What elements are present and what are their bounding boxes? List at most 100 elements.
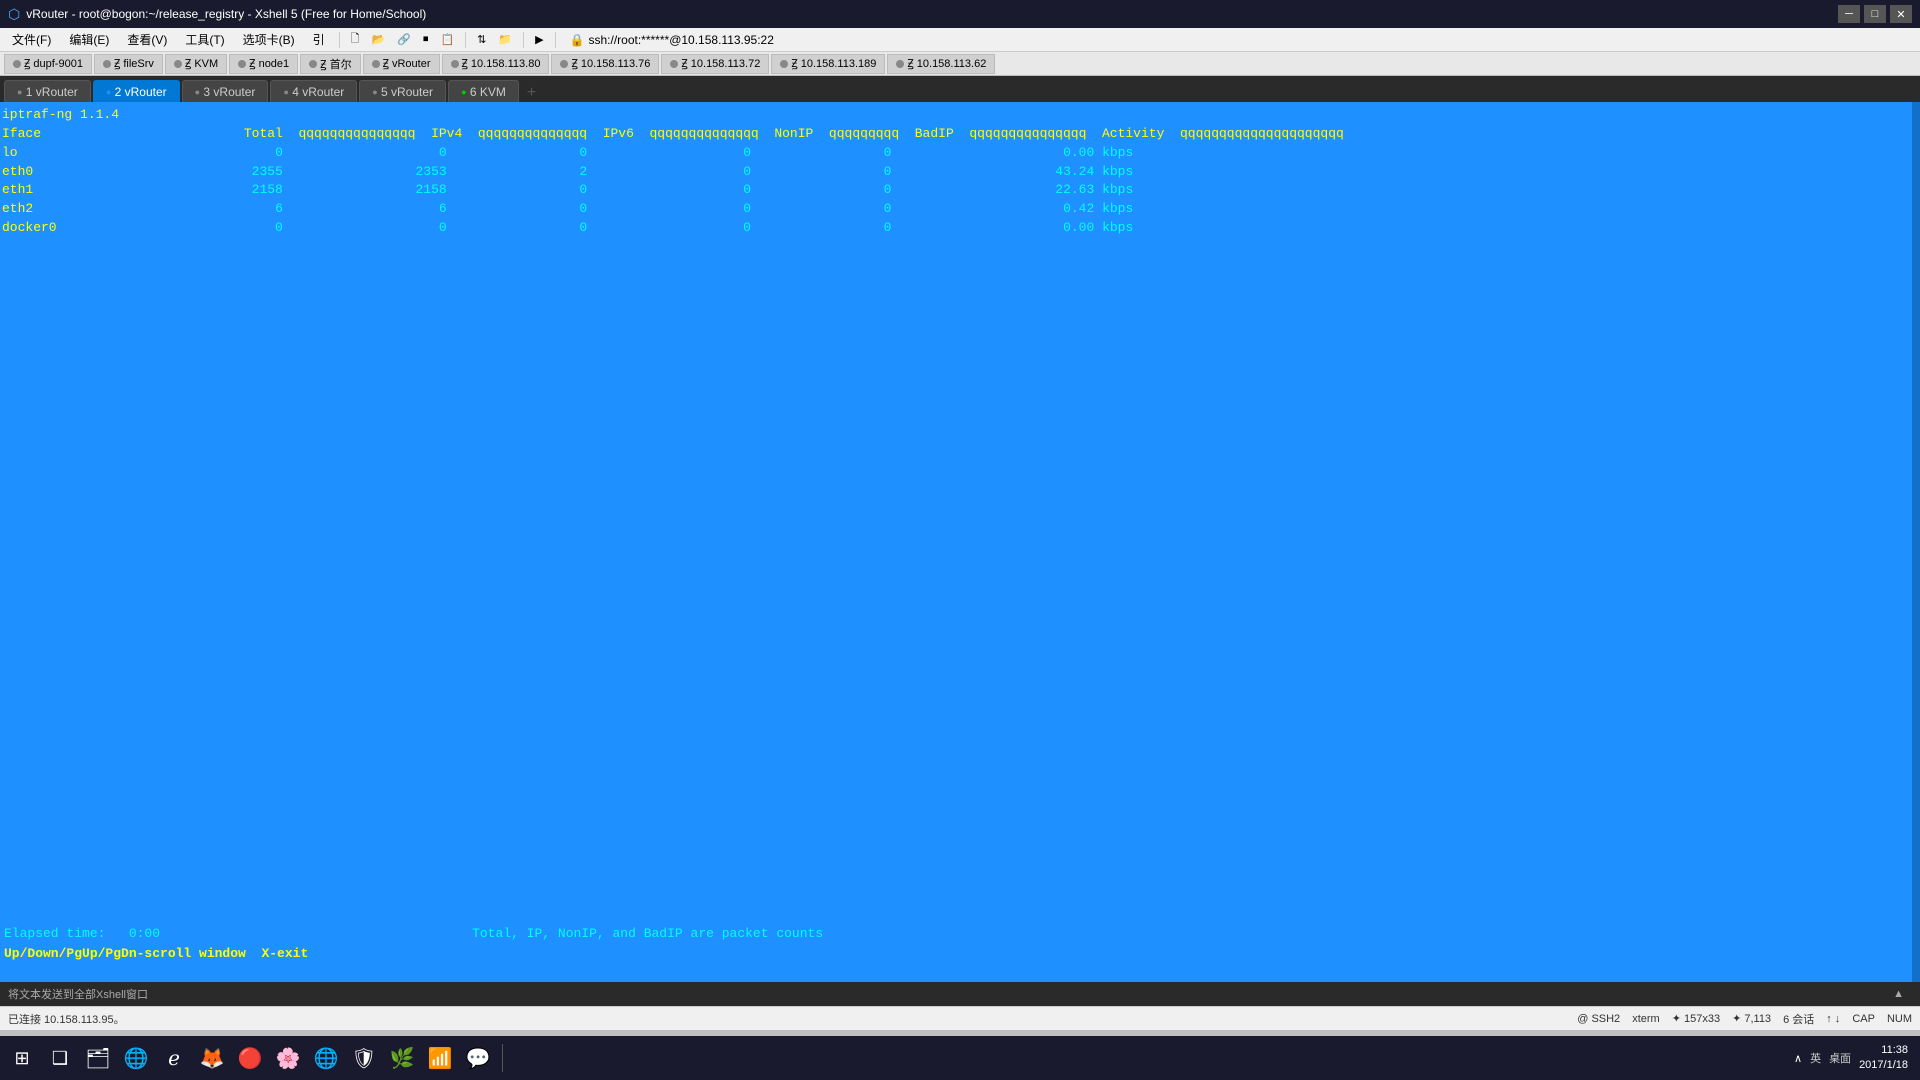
session-tab-node1[interactable]: Ꙃ node1: [229, 54, 298, 74]
wechat-button[interactable]: 💬: [460, 1040, 496, 1076]
minimize-button[interactable]: ─: [1838, 5, 1860, 23]
term-tab-2[interactable]: ● 2 vRouter: [93, 80, 180, 102]
elapsed-text: Elapsed time: 0:00 Total, IP, NonIP, and…: [4, 925, 1908, 944]
toolbar-paste[interactable]: 📋: [435, 29, 459, 51]
browser1-button[interactable]: 🌐: [118, 1040, 154, 1076]
menu-file[interactable]: 文件(F): [4, 29, 59, 50]
close-button[interactable]: ✕: [1890, 5, 1912, 23]
app3-button[interactable]: 🛡: [346, 1040, 382, 1076]
toolbar-open[interactable]: 📂: [367, 29, 391, 51]
menu-separator: [339, 32, 340, 48]
status-right: @ SSH2 xterm ✦ 157x33 ✦ 7,113 6 会话 ↑ ↓ C…: [1577, 1011, 1912, 1027]
title-bar: ⬡ vRouter - root@bogon:~/release_registr…: [0, 0, 1920, 28]
term-tab-6[interactable]: ● 6 KVM: [448, 80, 519, 102]
arrow-icons: ↑ ↓: [1826, 1013, 1840, 1025]
connection-status: 已连接 10.158.113.95。: [8, 1011, 125, 1027]
taskbar-desktop[interactable]: 桌面: [1829, 1050, 1851, 1066]
term-tab-5[interactable]: ● 5 vRouter: [359, 80, 446, 102]
session-tab-kvm[interactable]: Ꙃ KVM: [165, 54, 227, 74]
dot-filesrv: [103, 60, 111, 68]
session-tab-ip76[interactable]: Ꙃ 10.158.113.76: [551, 54, 659, 74]
expand-icon: ▲: [1893, 988, 1904, 1000]
term-tab-3[interactable]: ● 3 vRouter: [182, 80, 269, 102]
term-type: xterm: [1632, 1013, 1660, 1025]
toolbar-sftp[interactable]: 📁: [493, 29, 517, 51]
maximize-button[interactable]: □: [1864, 5, 1886, 23]
cursor-pos: ✦ 7,113: [1732, 1012, 1771, 1025]
ssh-indicator: 🔒 ssh://root:******@10.158.113.95:22: [570, 33, 774, 47]
terminal-scrollbar[interactable]: [1912, 102, 1920, 982]
ie-button[interactable]: ℯ: [156, 1040, 192, 1076]
ssh-host-label: ssh://root:******@10.158.113.95:22: [588, 33, 773, 47]
session-count: 6 会话: [1783, 1011, 1814, 1027]
nav-line: Up/Down/PgUp/PgDn-scroll window X-exit: [0, 945, 1912, 964]
ssh-status: @ SSH2: [1577, 1013, 1620, 1025]
session-tab-dupf[interactable]: Ꙃ dupf-9001: [4, 54, 92, 74]
toolbar-transfer[interactable]: ⇅: [472, 29, 491, 51]
add-tab-button[interactable]: +: [521, 84, 542, 102]
dot-node1: [238, 60, 246, 68]
row-eth2: eth2 6 6 0 0 0 0.42 kbps: [2, 201, 1133, 216]
row-eth1: eth1 2158 2158 0 0 0 22.63 kbps: [2, 182, 1133, 197]
term-tab-1[interactable]: ● 1 vRouter: [4, 80, 91, 102]
dot-kvm: [174, 60, 182, 68]
menu-tabs[interactable]: 选项卡(B): [235, 29, 303, 50]
start-button[interactable]: ⊞: [4, 1040, 40, 1076]
firefox-button[interactable]: 🦊: [194, 1040, 230, 1076]
window-title: vRouter - root@bogon:~/release_registry …: [26, 7, 426, 21]
term-tab-1-label: 1 vRouter: [26, 85, 78, 99]
term-tab-4[interactable]: ● 4 vRouter: [270, 80, 357, 102]
toolbar-script[interactable]: ▶: [530, 29, 548, 51]
toolbar-disconnect[interactable]: ⏹: [418, 29, 434, 51]
explorer-button[interactable]: 🗂: [80, 1040, 116, 1076]
session-tab-ip62[interactable]: Ꙃ 10.158.113.62: [887, 54, 995, 74]
num-status: NUM: [1887, 1013, 1912, 1025]
menu-tools[interactable]: 工具(T): [177, 29, 232, 50]
menu-view[interactable]: 查看(V): [119, 29, 175, 50]
elapsed-line: Elapsed time: 0:00 Total, IP, NonIP, and…: [0, 925, 1912, 944]
app2-button[interactable]: 🌸: [270, 1040, 306, 1076]
menu-extra[interactable]: 引: [305, 29, 333, 50]
session-label-filesrv: Ꙃ fileSrv: [114, 56, 154, 71]
session-tab-filesrv[interactable]: Ꙃ fileSrv: [94, 54, 163, 74]
row-docker0: docker0 0 0 0 0 0 0.00 kbps: [2, 220, 1133, 235]
session-label-ip189: Ꙃ 10.158.113.189: [791, 56, 876, 71]
term-tab-2-label: 2 vRouter: [115, 85, 167, 99]
session-tab-vrouter[interactable]: Ꙃ vRouter: [363, 54, 440, 74]
taskview-button[interactable]: ❑: [42, 1040, 78, 1076]
app4-button[interactable]: 🌿: [384, 1040, 420, 1076]
taskbar-sep: [502, 1044, 503, 1072]
taskbar-expand[interactable]: ∧: [1794, 1052, 1802, 1065]
menu-edit[interactable]: 编辑(E): [61, 29, 117, 50]
dot-ip76: [560, 60, 568, 68]
dot-dupf: [13, 60, 21, 68]
session-tab-ip80[interactable]: Ꙃ 10.158.113.80: [442, 54, 550, 74]
toolbar-sep4: [555, 32, 556, 48]
dot-ip80: [451, 60, 459, 68]
title-bar-controls: ─ □ ✕: [1838, 5, 1912, 23]
term-tab-3-label: 3 vRouter: [203, 85, 255, 99]
session-tab-ip189[interactable]: Ꙃ 10.158.113.189: [771, 54, 885, 74]
chrome-button[interactable]: 🌐: [308, 1040, 344, 1076]
terminal-area[interactable]: iptraf-ng 1.1.4 Iface Total qqqqqqqqqqqq…: [0, 102, 1920, 982]
app5-button[interactable]: 📶: [422, 1040, 458, 1076]
session-label-ip72: Ꙃ 10.158.113.72: [681, 56, 760, 71]
session-label-vrouter: Ꙃ vRouter: [383, 56, 431, 71]
term-size: ✦ 157x33: [1672, 1012, 1720, 1025]
lock-icon: 🔒: [570, 33, 585, 47]
session-label-node1: Ꙃ node1: [249, 56, 289, 71]
row-lo: lo 0 0 0 0 0 0.00 kbps: [2, 145, 1133, 160]
session-label-seoul: Ꙃ 首尔: [320, 56, 351, 72]
app1-button[interactable]: 🔴: [232, 1040, 268, 1076]
status-bar: 已连接 10.158.113.95。 @ SSH2 xterm ✦ 157x33…: [0, 1006, 1920, 1030]
toolbar-new[interactable]: 🗋: [346, 29, 365, 51]
toolbar-connect[interactable]: 🔗: [392, 29, 416, 51]
send-to-all-label: 将文本发送到全部Xshell窗口: [8, 986, 148, 1002]
row-eth0: eth0 2355 2353 2 0 0 43.24 kbps: [2, 164, 1133, 179]
session-tab-seoul[interactable]: Ꙃ 首尔: [300, 54, 360, 74]
session-label-kvm: Ꙃ KVM: [185, 56, 218, 71]
caps-status: CAP: [1852, 1013, 1875, 1025]
dot-ip189: [780, 60, 788, 68]
session-tabs: Ꙃ dupf-9001 Ꙃ fileSrv Ꙃ KVM Ꙃ node1 Ꙃ 首尔…: [0, 52, 1920, 76]
session-tab-ip72[interactable]: Ꙃ 10.158.113.72: [661, 54, 769, 74]
